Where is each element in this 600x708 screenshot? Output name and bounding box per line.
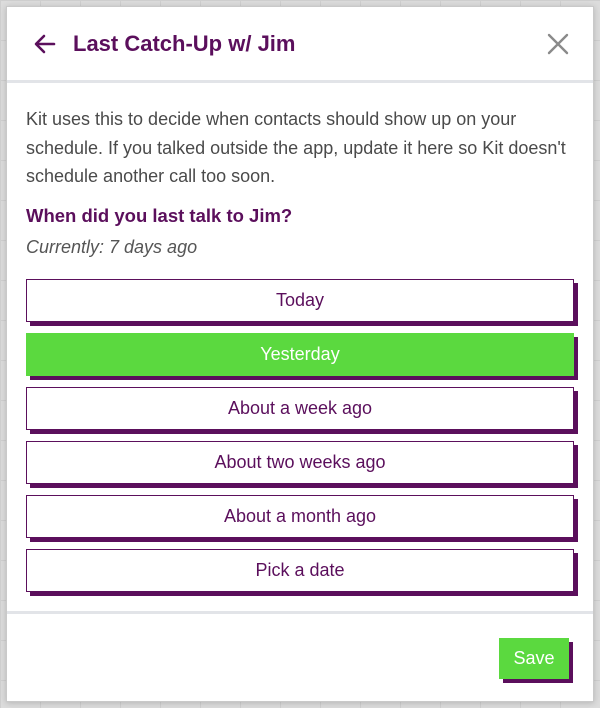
modal-header: Last Catch-Up w/ Jim <box>7 7 593 83</box>
option-yesterday[interactable]: Yesterday <box>26 332 574 376</box>
modal-body: Kit uses this to decide when contacts sh… <box>7 83 593 611</box>
question-heading: When did you last talk to Jim? <box>26 204 293 226</box>
arrow-left-icon <box>34 34 56 53</box>
option-about-a-week-ago[interactable]: About a week ago <box>26 386 574 430</box>
save-button[interactable]: Save <box>499 638 569 679</box>
back-button[interactable] <box>29 28 61 60</box>
option-pick-a-date[interactable]: Pick a date <box>26 548 574 592</box>
close-button[interactable] <box>541 27 575 61</box>
modal-title: Last Catch-Up w/ Jim <box>73 30 296 56</box>
modal-footer: Save <box>7 611 593 701</box>
option-today[interactable]: Today <box>26 278 574 322</box>
intro-text: Kit uses this to decide when contacts sh… <box>26 109 566 186</box>
option-about-two-weeks-ago[interactable]: About two weeks ago <box>26 440 574 484</box>
close-icon <box>547 33 569 54</box>
option-about-a-month-ago[interactable]: About a month ago <box>26 494 574 538</box>
current-value-text: Currently: 7 days ago <box>26 236 198 257</box>
catch-up-modal: Last Catch-Up w/ Jim Kit uses this to de… <box>6 6 594 702</box>
option-list: Today Yesterday About a week ago About t… <box>26 278 574 592</box>
